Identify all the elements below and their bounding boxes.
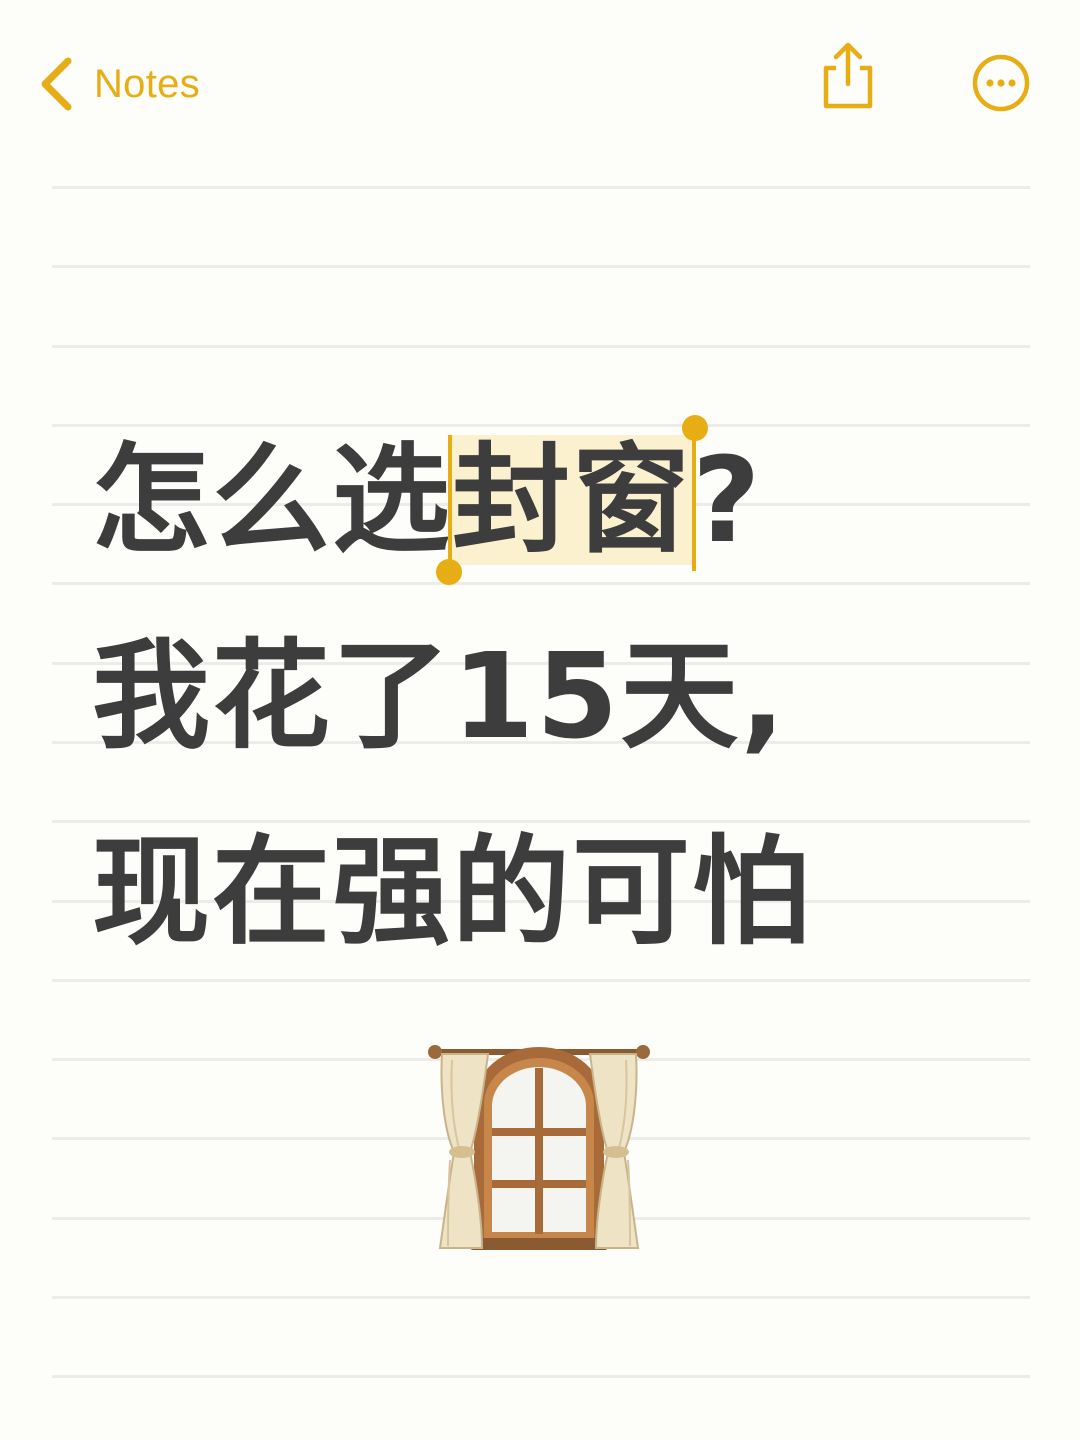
text-selection[interactable]: 封窗 bbox=[436, 415, 709, 585]
rule-line bbox=[52, 1296, 1030, 1299]
rule-line bbox=[52, 265, 1030, 268]
rule-line bbox=[52, 1375, 1030, 1378]
selection-end-caret[interactable] bbox=[692, 435, 697, 571]
note-text: ? bbox=[692, 431, 763, 569]
selection-start-handle[interactable] bbox=[436, 559, 463, 585]
note-line-2[interactable]: 我花了15天, bbox=[92, 598, 992, 794]
window-emoji bbox=[428, 1045, 650, 1250]
selection-start-caret[interactable] bbox=[448, 435, 453, 571]
note-text: 怎么选 bbox=[92, 431, 453, 569]
note-body[interactable]: 怎么选封窗? 我花了15天, 现在强的可怕 bbox=[92, 402, 992, 990]
selected-text: 封窗 bbox=[452, 431, 693, 569]
note-line-1[interactable]: 怎么选封窗? bbox=[92, 402, 992, 598]
rule-line bbox=[52, 345, 1030, 348]
selection-end-handle[interactable] bbox=[682, 415, 709, 441]
note-line-3[interactable]: 现在强的可怕 bbox=[92, 794, 992, 990]
rule-line bbox=[52, 186, 1030, 189]
